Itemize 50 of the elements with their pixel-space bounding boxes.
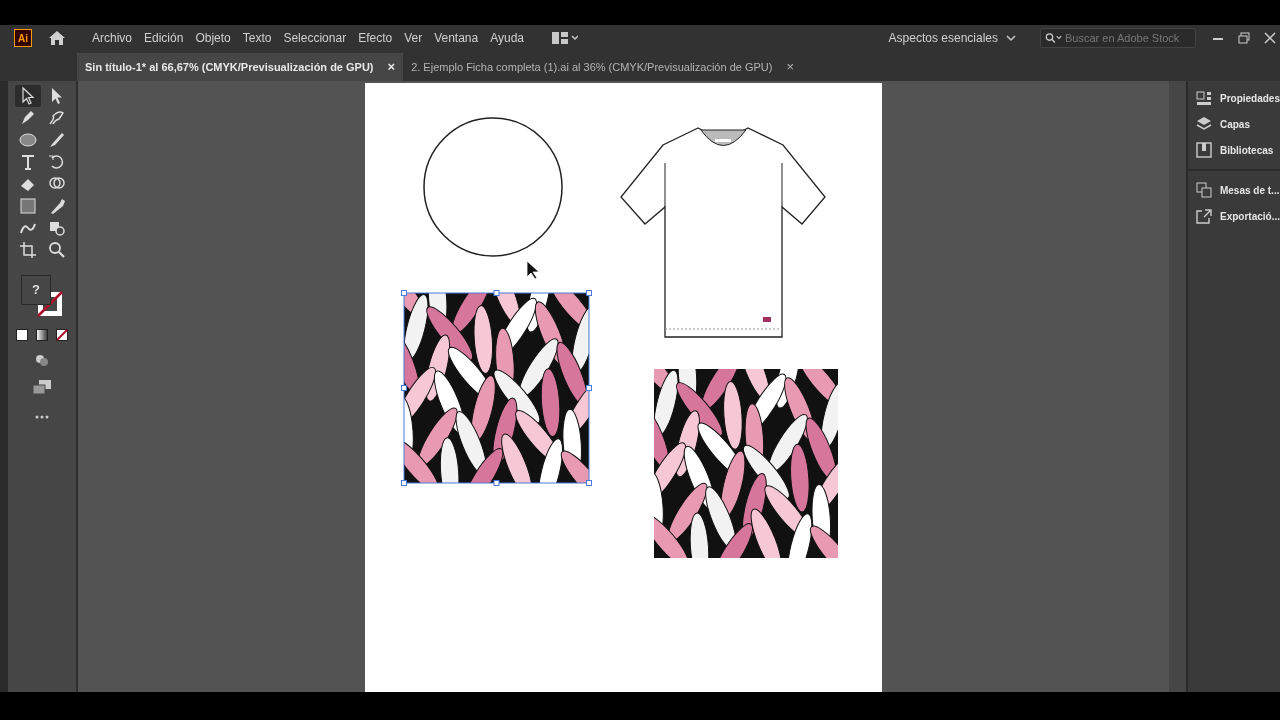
gradient-square-icon — [17, 196, 38, 216]
pattern-swatch[interactable] — [654, 369, 838, 558]
tab-close-button[interactable]: × — [786, 57, 795, 77]
workspace-dropdown[interactable]: Aspectos esenciales — [882, 29, 1004, 47]
workspace-switcher-icon[interactable] — [552, 31, 579, 45]
close-icon[interactable] — [1264, 32, 1276, 44]
menu-item[interactable]: Texto — [236, 29, 278, 47]
none-mode-icon[interactable] — [56, 329, 68, 341]
layers-icon — [1195, 116, 1214, 132]
app-logo: Ai — [14, 29, 32, 47]
ellipse-icon — [17, 130, 38, 150]
menu-item[interactable]: Ventana — [428, 29, 485, 47]
search-field[interactable]: Buscar en Adobe Stock — [1040, 28, 1196, 48]
draw-mode-icon[interactable] — [35, 353, 49, 367]
more-tools-icon[interactable] — [35, 415, 49, 419]
tool-button[interactable] — [14, 85, 41, 107]
document-tab[interactable]: 2. Ejemplo Ficha completa (1).ai al 36% (CMYK/Previsualización de GPU) × — [403, 53, 803, 81]
library-icon — [1195, 142, 1214, 158]
crop-corner-icon — [17, 240, 38, 260]
menu-item[interactable]: Ver — [398, 29, 429, 47]
screen-mode-icon[interactable] — [32, 379, 52, 395]
restore-icon[interactable] — [1238, 32, 1250, 44]
menu-item[interactable]: Efecto — [352, 29, 399, 47]
t-shirt-drawing[interactable] — [620, 127, 826, 338]
pattern-swatch[interactable] — [401, 290, 592, 486]
menu-item[interactable]: Archivo — [86, 29, 138, 47]
menu-item[interactable]: Edición — [138, 29, 190, 47]
fill-swatch[interactable]: ? — [21, 275, 51, 305]
menu-item[interactable]: Seleccionar — [277, 29, 353, 47]
properties-icon — [1195, 90, 1214, 106]
caret-icon[interactable] — [1006, 34, 1016, 42]
zoom-icon — [46, 240, 67, 260]
export-icon — [1195, 208, 1214, 224]
panel-item[interactable]: Exportació... — [1187, 203, 1280, 229]
search-input[interactable]: Buscar en Adobe Stock — [1065, 29, 1195, 47]
mouse-cursor-icon — [526, 260, 540, 280]
artboards-icon — [1195, 182, 1214, 198]
search-icon[interactable] — [1045, 32, 1063, 44]
menu-item[interactable]: Ayuda — [484, 29, 531, 47]
tab-close-button[interactable]: × — [387, 57, 396, 77]
panel-item[interactable]: Bibliotecas — [1187, 137, 1280, 163]
gradient-mode-icon[interactable] — [36, 329, 48, 341]
circle-shape[interactable] — [423, 117, 563, 257]
panel-item[interactable]: Propiedades — [1187, 85, 1280, 111]
document-tab[interactable]: Sin título-1* al 66,67% (CMYK/Previsualización de GPU) × — [77, 53, 404, 81]
panel-item[interactable]: Mesas de t... — [1187, 177, 1280, 203]
menu-item[interactable]: Objeto — [189, 29, 237, 47]
home-icon[interactable] — [48, 30, 66, 46]
panel-item[interactable]: Capas — [1187, 111, 1280, 137]
color-mode-icon[interactable] — [16, 329, 28, 341]
